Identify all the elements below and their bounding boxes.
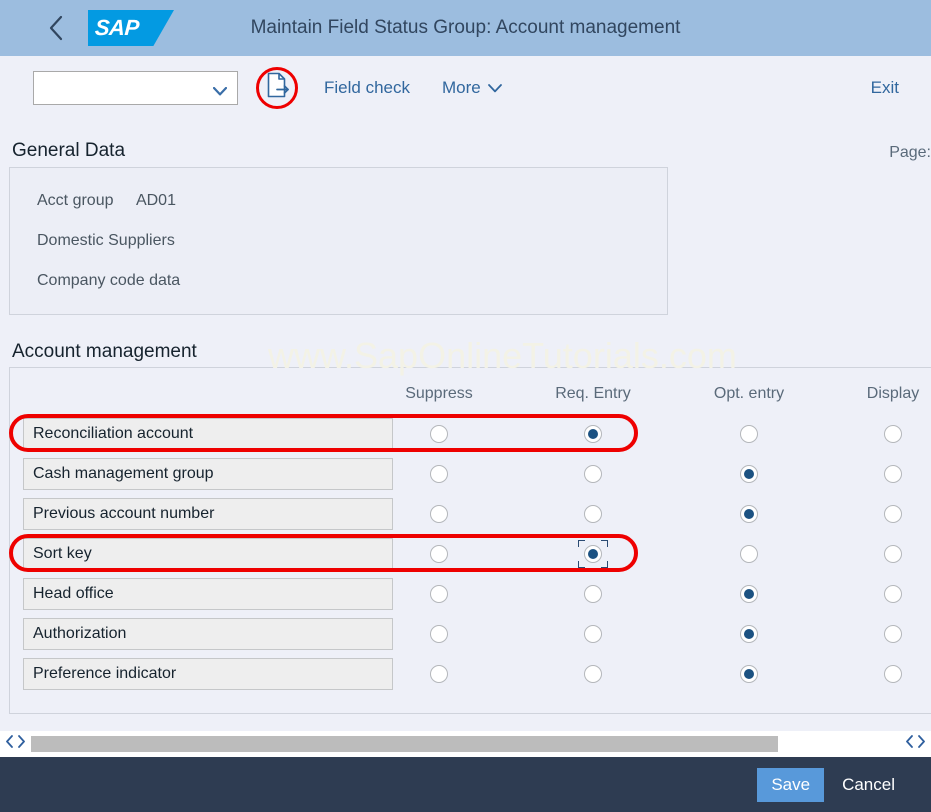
scrollbar-track[interactable]: [31, 736, 900, 752]
scroll-right-arrows[interactable]: [900, 735, 931, 753]
column-header-req-entry: Req. Entry: [555, 385, 631, 402]
general-data-section-title: General Data: [12, 140, 126, 161]
scroll-left-arrows[interactable]: [0, 735, 31, 753]
table-body: Reconciliation account Cash management gr…: [10, 416, 931, 696]
field-label-input[interactable]: Cash management group: [23, 458, 393, 490]
table-row: Reconciliation account: [10, 416, 931, 456]
general-data-row: Acct group AD01: [37, 192, 176, 210]
table-header-row: Suppress Req. Entry Opt. entry Display: [10, 368, 931, 416]
general-data-panel: Acct group AD01 Domestic Suppliers Compa…: [9, 167, 668, 315]
radio-req-entry[interactable]: [584, 585, 602, 603]
table-row: Authorization: [10, 616, 931, 656]
radio-req-entry[interactable]: [584, 425, 602, 443]
radio-suppress[interactable]: [430, 585, 448, 603]
table-row: Previous account number: [10, 496, 931, 536]
radio-display[interactable]: [884, 585, 902, 603]
radio-suppress[interactable]: [430, 545, 448, 563]
table-row: Head office: [10, 576, 931, 616]
chevron-left-icon[interactable]: [5, 735, 14, 753]
chevron-down-icon: [487, 78, 502, 98]
radio-opt-entry[interactable]: [740, 545, 758, 563]
exit-button[interactable]: Exit: [871, 78, 899, 98]
radio-suppress[interactable]: [430, 505, 448, 523]
radio-req-entry[interactable]: [584, 665, 602, 683]
content-area: General Data Page: Acct group AD01 Domes…: [0, 119, 931, 731]
field-label-input[interactable]: Previous account number: [23, 498, 393, 530]
shell-header: SAP Maintain Field Status Group: Account…: [0, 0, 931, 56]
radio-display[interactable]: [884, 505, 902, 523]
account-management-table: Suppress Req. Entry Opt. entry Display Reco…: [9, 367, 931, 714]
application-toolbar: Field check More Exit: [0, 56, 931, 119]
cancel-button[interactable]: Cancel: [832, 768, 905, 802]
radio-req-entry[interactable]: [584, 545, 602, 563]
page-indicator-label: Page:: [889, 144, 931, 161]
general-data-row: Company code data: [37, 272, 180, 290]
radio-opt-entry[interactable]: [740, 585, 758, 603]
radio-display[interactable]: [884, 625, 902, 643]
radio-req-entry[interactable]: [584, 505, 602, 523]
acct-group-value: AD01: [135, 192, 176, 209]
radio-opt-entry[interactable]: [740, 425, 758, 443]
radio-display[interactable]: [884, 665, 902, 683]
column-header-display: Display: [866, 385, 920, 402]
table-row: Preference indicator: [10, 656, 931, 696]
radio-display[interactable]: [884, 545, 902, 563]
radio-opt-entry[interactable]: [740, 665, 758, 683]
radio-display[interactable]: [884, 465, 902, 483]
sap-logo-text: SAP: [94, 15, 140, 40]
chevron-left-icon[interactable]: [905, 735, 914, 753]
column-header-suppress: Suppress: [405, 385, 473, 402]
footer-bar: Save Cancel: [0, 757, 931, 812]
radio-opt-entry[interactable]: [740, 625, 758, 643]
radio-suppress[interactable]: [430, 625, 448, 643]
scrollbar-thumb[interactable]: [31, 736, 779, 752]
field-status-group-select[interactable]: [33, 70, 238, 105]
field-label-input[interactable]: Sort key: [23, 538, 393, 570]
export-button[interactable]: [252, 65, 304, 111]
chevron-right-icon[interactable]: [17, 735, 26, 753]
more-menu-button[interactable]: More: [442, 78, 502, 98]
field-label-input[interactable]: Reconciliation account: [23, 418, 393, 450]
back-button[interactable]: [34, 6, 78, 50]
field-label-input[interactable]: Preference indicator: [23, 658, 393, 690]
horizontal-scrollbar[interactable]: [0, 731, 931, 757]
acct-group-label: Acct group: [37, 192, 114, 209]
radio-suppress[interactable]: [430, 465, 448, 483]
field-label-input[interactable]: Authorization: [23, 618, 393, 650]
save-button[interactable]: Save: [757, 767, 825, 802]
column-header-opt-entry: Opt. entry: [713, 385, 785, 402]
table-row: Sort key: [10, 536, 931, 576]
chevron-left-icon: [48, 15, 64, 41]
radio-opt-entry[interactable]: [740, 465, 758, 483]
sap-logo: SAP: [88, 10, 174, 46]
company-code-data-label: Company code data: [37, 272, 181, 289]
chevron-right-icon[interactable]: [917, 735, 926, 753]
application-window: SAP Maintain Field Status Group: Account…: [0, 0, 931, 812]
document-export-icon: [266, 72, 290, 103]
radio-req-entry[interactable]: [584, 625, 602, 643]
general-data-row: Domestic Suppliers: [37, 232, 175, 250]
radio-req-entry[interactable]: [584, 465, 602, 483]
radio-suppress[interactable]: [430, 425, 448, 443]
field-label-input[interactable]: Head office: [23, 578, 393, 610]
radio-suppress[interactable]: [430, 665, 448, 683]
supplier-group-label: Domestic Suppliers: [37, 232, 175, 249]
table-row: Cash management group: [10, 456, 931, 496]
account-management-section-title: Account management: [12, 341, 197, 362]
radio-opt-entry[interactable]: [740, 505, 758, 523]
more-menu-label: More: [441, 77, 481, 97]
radio-display[interactable]: [884, 425, 902, 443]
field-check-button[interactable]: Field check: [324, 78, 410, 98]
chevron-down-icon: [212, 83, 228, 96]
